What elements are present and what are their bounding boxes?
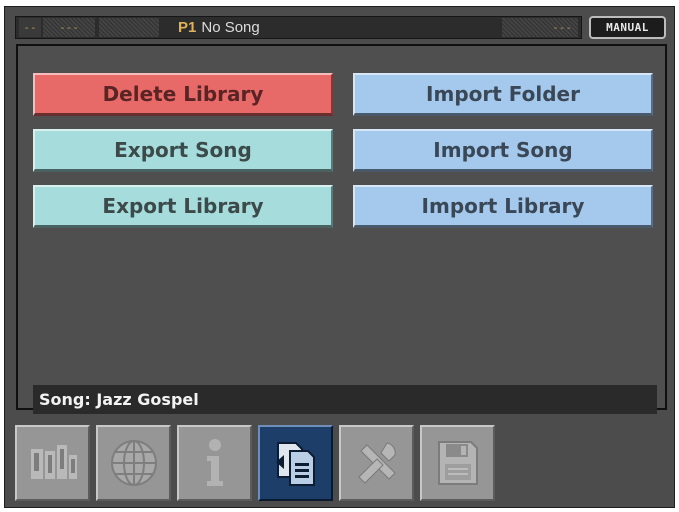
current-song-title: P1 No Song: [178, 17, 260, 38]
manual-mode-badge[interactable]: MANUAL: [589, 16, 666, 39]
library-panel: Delete Library Import Folder Export Song…: [16, 44, 667, 414]
import-folder-button[interactable]: Import Folder: [353, 73, 653, 116]
info-icon: [206, 439, 223, 486]
tab-settings[interactable]: [339, 425, 414, 501]
status-cell-b: ---: [43, 18, 95, 37]
device-screen: -- --- P1 No Song --- MANUAL Delete Libra…: [4, 6, 675, 508]
tab-file-transfer[interactable]: [258, 425, 333, 501]
import-song-button[interactable]: Import Song: [353, 129, 653, 172]
tools-icon: [357, 442, 396, 484]
status-display: -- --- P1 No Song ---: [15, 16, 582, 39]
delete-library-button[interactable]: Delete Library: [33, 73, 333, 116]
program-number: P1: [178, 19, 197, 36]
library-books-icon: [30, 445, 77, 479]
tab-save[interactable]: [420, 425, 495, 501]
export-library-button[interactable]: Export Library: [33, 185, 333, 228]
song-name: No Song: [201, 19, 260, 36]
export-song-button[interactable]: Export Song: [33, 129, 333, 172]
tab-library[interactable]: [15, 425, 90, 501]
status-cell-d: ---: [502, 18, 578, 37]
tab-info[interactable]: [177, 425, 252, 501]
selected-song-name: Jazz Gospel: [96, 390, 199, 409]
tab-network[interactable]: [96, 425, 171, 501]
file-transfer-icon: [275, 442, 315, 486]
globe-icon: [110, 440, 157, 486]
selected-song-line: Song: Jazz Gospel: [33, 385, 657, 414]
song-label: Song:: [39, 390, 91, 409]
status-cell-c: [99, 18, 159, 37]
floppy-disk-icon: [437, 441, 478, 485]
status-bar: -- --- P1 No Song --- MANUAL: [15, 16, 666, 39]
status-cell-a: --: [19, 18, 41, 37]
import-library-button[interactable]: Import Library: [353, 185, 653, 228]
